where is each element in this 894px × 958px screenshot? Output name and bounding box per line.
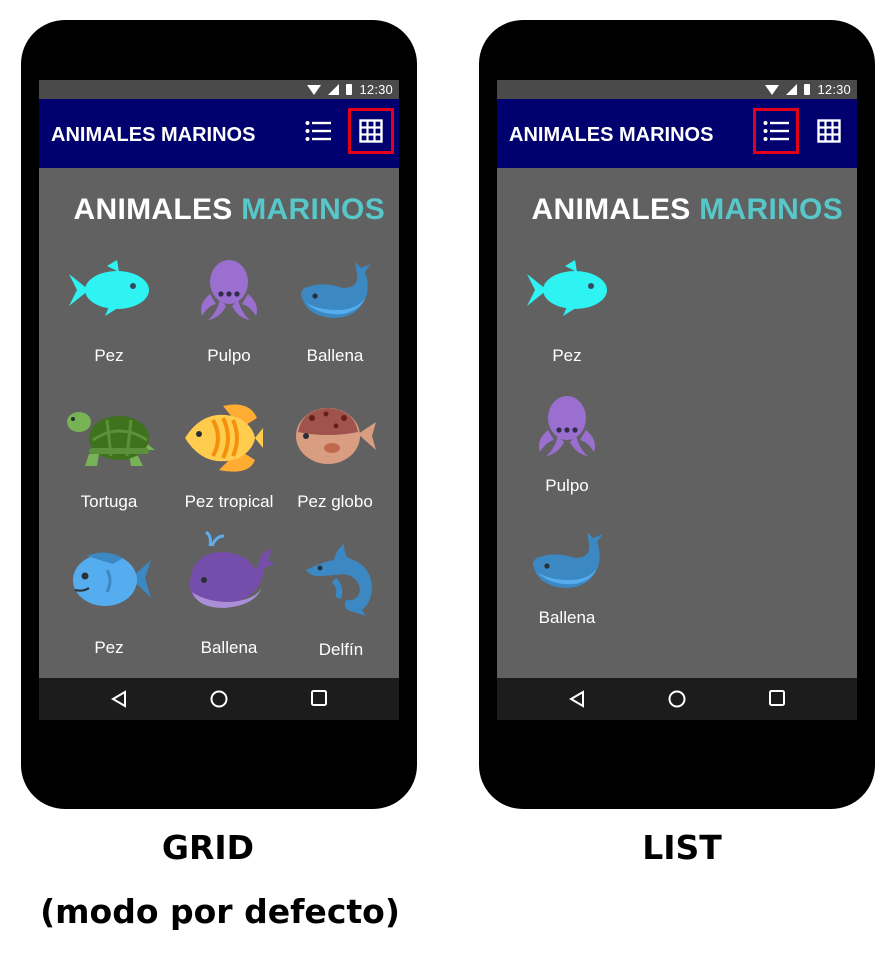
list-item[interactable]: Pulpo [507,394,627,495]
grid-item[interactable]: Ballena [169,530,289,657]
status-bar: 12:30 [39,80,399,99]
turtle-icon [67,412,155,466]
battery-icon [346,84,353,95]
screen: 12:30 ANIMALES MARINOS ANIMALES MARINOS … [39,80,399,720]
grid-item[interactable]: Pez globo [275,404,395,511]
status-time: 12:30 [817,82,851,97]
signal-icon [328,84,340,95]
fish-icon [527,260,607,316]
grid-item-label: Pez [94,638,124,657]
list-item-label: Pulpo [545,476,589,495]
list-item[interactable]: Ballena [507,528,627,627]
grid-item[interactable]: Pez [49,548,169,657]
caption-grid: GRID [161,828,255,867]
nav-bar [39,678,399,720]
heading-word-2: MARINOS [699,193,843,226]
status-bar: 12:30 [497,80,857,99]
app-bar: ANIMALES MARINOS [497,99,857,168]
grid-item[interactable]: Delfín [281,540,399,659]
app-bar: ANIMALES MARINOS [39,99,399,168]
grid-item-label: Pulpo [207,346,251,365]
caption-grid-subtitle: (modo por defecto) [40,892,400,931]
grid-item-label: Ballena [200,638,258,657]
grid-view-button[interactable] [348,108,394,154]
whale-icon [533,532,603,588]
heading-word-1: ANIMALES [73,193,233,226]
whale-icon [301,262,371,318]
grid-item-label: Pez globo [297,492,373,511]
list-view-button[interactable] [753,108,799,154]
grid-icon [359,119,383,143]
pufferfish-icon [296,408,376,464]
screen: 12:30 ANIMALES MARINOS ANIMALES MARINOS … [497,80,857,720]
octopus-icon [539,396,595,456]
heading-word-2: MARINOS [241,193,385,226]
page-heading: ANIMALES MARINOS [497,193,843,227]
whale-icon [190,530,274,608]
heading-word-1: ANIMALES [531,193,691,226]
signal-icon [786,84,798,95]
recent-apps-icon[interactable] [769,690,785,706]
caption-list: LIST [642,828,722,867]
fish-icon [69,260,149,316]
grid-icon [817,119,841,143]
grid-view-button[interactable] [806,108,852,154]
grid-item[interactable]: Pez tropical [161,398,281,511]
grid-item-label: Pez tropical [184,492,274,511]
grid-item[interactable]: Tortuga [49,406,169,511]
page-heading: ANIMALES MARINOS [39,193,385,227]
grid-item-label: Pez [94,346,124,365]
grid-item-label: Tortuga [80,492,138,511]
list-item-label: Ballena [538,608,596,627]
phone-grid-mode: 12:30 ANIMALES MARINOS ANIMALES MARINOS … [21,20,417,809]
wifi-icon [765,84,780,95]
app-title: ANIMALES MARINOS [51,124,256,146]
grid-item-label: Delfín [318,640,364,659]
recent-apps-icon[interactable] [311,690,327,706]
list-item-label: Pez [552,346,582,365]
list-icon [763,121,789,141]
grid-item[interactable]: Pez [49,258,169,365]
tropical-fish-icon [185,404,263,472]
wifi-icon [307,84,322,95]
list-view-button[interactable] [295,108,341,154]
grid-item[interactable]: Ballena [275,258,395,365]
status-time: 12:30 [359,82,393,97]
battery-icon [804,84,811,95]
grid-item-label: Ballena [306,346,364,365]
grid-item[interactable]: Pulpo [169,258,289,365]
list-icon [305,121,331,141]
back-icon[interactable] [569,690,585,708]
home-icon[interactable] [668,690,686,708]
nav-bar [497,678,857,720]
back-icon[interactable] [111,690,127,708]
home-icon[interactable] [210,690,228,708]
list-item[interactable]: Pez [507,258,627,365]
fish-icon [73,552,151,606]
dolphin-icon [306,544,372,616]
octopus-icon [201,260,257,320]
app-title: ANIMALES MARINOS [509,124,714,146]
phone-list-mode: 12:30 ANIMALES MARINOS ANIMALES MARINOS … [479,20,875,809]
